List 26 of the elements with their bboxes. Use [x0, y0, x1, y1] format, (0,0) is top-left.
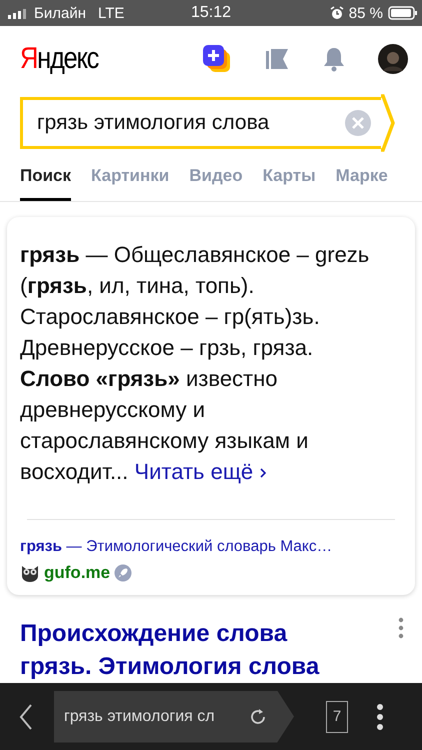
- read-more-link[interactable]: Читать ещё: [134, 459, 254, 484]
- bell-icon[interactable]: [322, 46, 346, 72]
- clock-time: 15:12: [190, 4, 232, 22]
- tabs-button[interactable]: 7: [326, 700, 348, 732]
- collections-icon[interactable]: [264, 46, 290, 72]
- avatar[interactable]: [378, 44, 408, 74]
- site-name[interactable]: gufo.me: [44, 563, 110, 583]
- alarm-icon: [330, 6, 344, 20]
- battery-icon: [388, 6, 418, 20]
- more-icon[interactable]: [398, 617, 404, 639]
- menu-icon[interactable]: [376, 702, 384, 730]
- plus-icon[interactable]: [202, 44, 232, 74]
- carrier-name: Билайн: [34, 4, 86, 22]
- result-title-link[interactable]: Происхождение слова грязь. Этимология слова: [20, 617, 360, 683]
- owl-icon: [20, 564, 40, 582]
- tab[interactable]: Поиск: [20, 166, 72, 201]
- network-type: LTE: [98, 4, 124, 22]
- reload-icon[interactable]: [248, 706, 268, 726]
- source-link[interactable]: грязь — Этимологический словарь Макс…: [20, 538, 402, 556]
- back-icon[interactable]: [18, 702, 34, 730]
- chevron-icon: [259, 467, 268, 479]
- snippet-text: грязь — Общеславянское – grezь (грязь, ил, тина, топь). Старославянское – гр(ять)зь. Древнерусское – грзь, гряза. Слово «грязь» известно древнерусскому и старославянскому языкам и восходит... Читать ещё: [20, 241, 370, 486]
- battery-percent: 85 %: [348, 4, 383, 22]
- yandex-logo[interactable]: Яндекс: [20, 42, 98, 76]
- field-arrow-icon: [381, 94, 395, 152]
- address-field[interactable]: грязь этимология сл: [54, 690, 294, 742]
